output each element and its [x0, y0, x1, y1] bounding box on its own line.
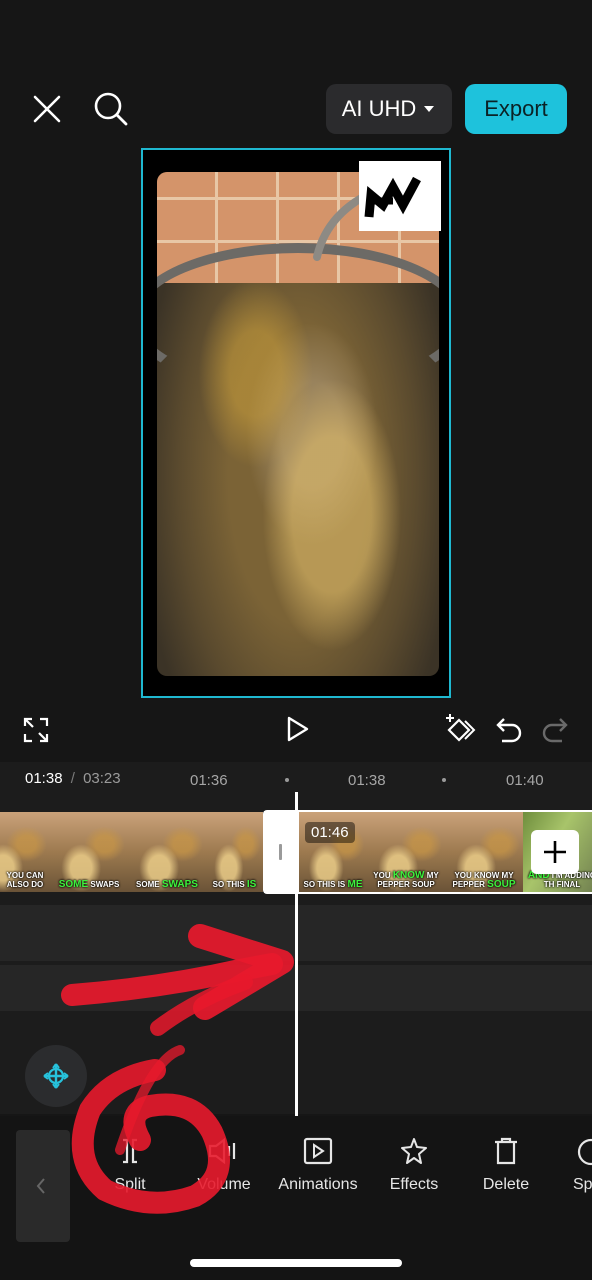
search-icon: [94, 92, 128, 126]
toolbar-item-label: Effects: [389, 1176, 439, 1193]
undo-button[interactable]: [494, 714, 524, 744]
preview-pot-rim: [157, 242, 439, 394]
clip-caption: SOME SWAPS: [58, 879, 120, 890]
keyframe-float-button[interactable]: [25, 1045, 87, 1107]
toolbar-item-label: Split: [114, 1176, 146, 1193]
toolbar-item-label: Animations: [278, 1176, 358, 1193]
play-icon: [287, 716, 309, 742]
clip-caption: SO THIS IS ME: [303, 879, 363, 890]
clip-caption: YOU CAN ALSO DO: [6, 871, 44, 889]
total-time: 03:23: [83, 770, 121, 787]
keyframe-button[interactable]: [444, 712, 478, 746]
toolbar-item-label: Volume: [197, 1176, 251, 1193]
speed-icon: [577, 1138, 592, 1166]
clip-frame: YOU KNOW MY PEPPER SOUP: [367, 812, 446, 892]
ruler-tick: 01:40: [506, 772, 544, 789]
clip-trim-handle-left[interactable]: [265, 812, 299, 892]
toolbar-item-label: Delete: [482, 1176, 530, 1193]
search-button[interactable]: [92, 90, 130, 128]
clip-frame: YOU CAN ALSO DO: [0, 812, 51, 892]
clip-caption: SO THIS IS: [212, 879, 257, 890]
close-icon: [33, 95, 61, 123]
ruler-tick: 01:36: [190, 772, 228, 789]
clip-caption: YOU KNOW MY PEPPER SOUP: [452, 871, 516, 890]
video-preview: [157, 172, 439, 676]
toolbar-item-split[interactable]: Split: [82, 1136, 178, 1194]
toolbar-back-button[interactable]: [16, 1130, 70, 1242]
redo-icon: [542, 718, 568, 743]
clip-caption: YOU KNOW MY PEPPER SOUP: [373, 870, 439, 890]
resolution-label: AI UHD: [341, 96, 417, 121]
video-preview-frame[interactable]: [141, 148, 451, 698]
fullscreen-icon: [23, 717, 49, 743]
clip-frame: SO THIS IS: [206, 812, 263, 892]
keyframe-icon: [446, 714, 476, 742]
toolbar-item-volume[interactable]: Volume: [176, 1136, 272, 1194]
home-indicator: [190, 1259, 402, 1267]
clip-frame: SOME SWAPS: [50, 812, 129, 892]
fullscreen-button[interactable]: [22, 716, 50, 744]
animations-icon: [303, 1137, 333, 1165]
delete-icon: [495, 1137, 517, 1165]
clip-duration-badge: 01:46: [305, 822, 355, 843]
redo-button[interactable]: [540, 714, 570, 744]
chevron-left-icon: [36, 1178, 45, 1194]
time-separator: /: [70, 770, 75, 787]
playhead[interactable]: [295, 792, 298, 1116]
timeline[interactable]: 01:38 / 03:23 01:36 01:38 01:40 YOU CAN …: [0, 762, 592, 1116]
add-clip-button[interactable]: [531, 830, 579, 874]
ruler-dot: [442, 778, 446, 782]
clip-caption: SOME SWAPS: [136, 879, 198, 890]
split-icon: [123, 1138, 137, 1164]
effects-icon: [401, 1138, 427, 1164]
brand-logo-icon: [364, 176, 421, 218]
time-readout: 01:38 / 03:23: [25, 770, 121, 787]
volume-icon: [208, 1137, 236, 1165]
toolbar-item-animations[interactable]: Animations: [270, 1136, 366, 1194]
close-button[interactable]: [30, 92, 64, 126]
current-time: 01:38: [25, 770, 63, 787]
undo-icon: [496, 718, 522, 743]
clip-duration: 01:46: [311, 824, 349, 841]
clip-frame: YOU KNOW MY PEPPER SOUP: [445, 812, 524, 892]
toolbar-item-label: Sp: [573, 1176, 592, 1193]
edit-toolbar: Split Volume Animations Effects Delete S…: [0, 1116, 592, 1280]
play-button[interactable]: [282, 714, 312, 744]
resolution-dropdown[interactable]: AI UHD: [326, 84, 452, 134]
toolbar-item-effects[interactable]: Effects: [366, 1136, 462, 1194]
watermark-logo: [359, 161, 441, 231]
ruler-tick: 01:38: [348, 772, 386, 789]
trim-grip: [279, 844, 282, 860]
export-button[interactable]: Export: [465, 84, 567, 134]
plus-icon: [544, 841, 566, 863]
toolbar-item-delete[interactable]: Delete: [458, 1136, 554, 1194]
export-label: Export: [484, 96, 548, 121]
toolbar-item-speed[interactable]: Sp: [552, 1136, 592, 1194]
ruler-dot: [285, 778, 289, 782]
clip-frame: SOME SWAPS: [128, 812, 207, 892]
move-keyframe-icon: [43, 1063, 69, 1089]
caret-down-icon: [424, 106, 435, 112]
video-clip-left[interactable]: YOU CAN ALSO DO SOME SWAPS SOME SWAPS SO…: [0, 812, 263, 892]
